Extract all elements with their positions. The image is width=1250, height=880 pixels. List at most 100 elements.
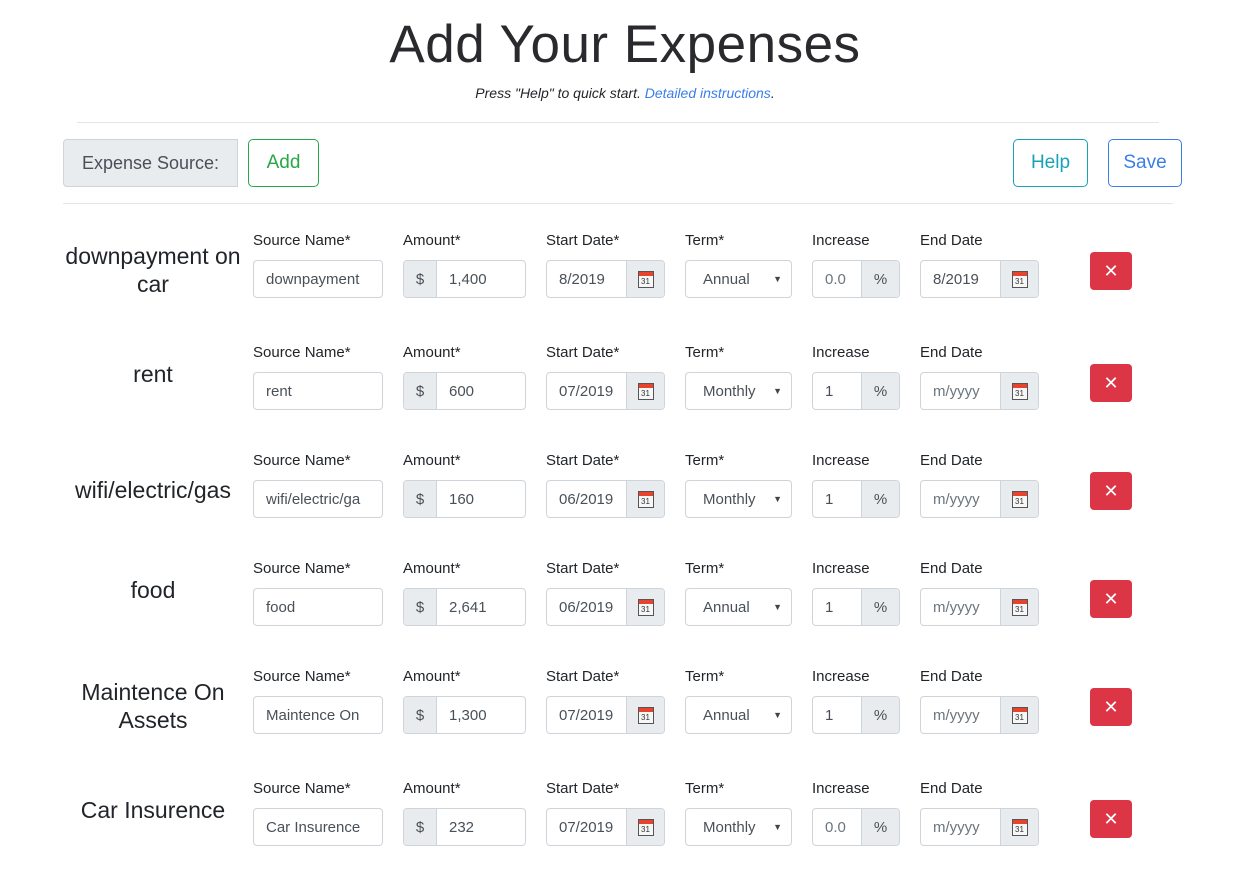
term-value: Annual [703,270,750,288]
increase-label: Increase [812,452,870,469]
calendar-button[interactable]: 31 [1000,481,1038,517]
expense-display-name: wifi/electric/gas [75,477,231,503]
end-date-label: End Date [920,780,983,797]
increase-input[interactable]: 0.0 % [812,808,900,846]
calendar-icon: 31 [637,598,654,616]
increase-value: 1 [825,490,834,508]
amount-input[interactable]: $ 1,300 [403,696,526,734]
expense-display-name: Car Insurence [80,797,226,823]
calendar-icon: 31 [1011,382,1028,400]
calendar-button[interactable]: 31 [1000,809,1038,845]
expense-display-name: food [130,577,176,603]
start-date-label: Start Date* [546,232,620,249]
amount-input[interactable]: $ 1,400 [403,260,526,298]
amount-input[interactable]: $ 600 [403,372,526,410]
help-button[interactable]: Help [1013,139,1088,187]
start-date-value: 07/2019 [559,706,614,724]
source-name-input[interactable]: food [253,588,383,626]
calendar-icon: 31 [1011,490,1028,508]
end-date-input[interactable]: m/yyyy 31 [920,696,1039,734]
calendar-button[interactable]: 31 [626,697,664,733]
term-select[interactable]: Annual ▼ [685,588,792,626]
save-button[interactable]: Save [1108,139,1182,187]
expense-display-name: downpayment on car [65,243,241,297]
increase-value: 1 [825,598,834,616]
term-label: Term* [685,668,725,685]
end-date-input[interactable]: m/yyyy 31 [920,372,1039,410]
start-date-input[interactable]: 07/2019 31 [546,696,665,734]
subtitle-text: Press "Help" to quick start. [475,85,645,101]
end-date-input[interactable]: m/yyyy 31 [920,808,1039,846]
term-select[interactable]: Annual ▼ [685,260,792,298]
calendar-button[interactable]: 31 [626,261,664,297]
term-label: Term* [685,452,725,469]
end-date-label: End Date [920,232,983,249]
delete-expense-button[interactable]: ✕ [1090,580,1132,618]
source-name-input[interactable]: rent [253,372,383,410]
start-date-input[interactable]: 07/2019 31 [546,372,665,410]
source-name-input[interactable]: Car Insurence [253,808,383,846]
increase-input[interactable]: 1 % [812,480,900,518]
term-select[interactable]: Monthly ▼ [685,372,792,410]
add-button[interactable]: Add [248,139,319,187]
term-label: Term* [685,560,725,577]
expense-row: Car Insurence Source Name* Car Insurence… [0,780,1250,880]
term-select[interactable]: Annual ▼ [685,696,792,734]
start-date-input[interactable]: 07/2019 31 [546,808,665,846]
source-name-input[interactable]: wifi/electric/ga [253,480,383,518]
calendar-button[interactable]: 31 [626,373,664,409]
percent-icon: % [861,809,899,845]
source-name-input[interactable]: Maintence On [253,696,383,734]
increase-input[interactable]: 0.0 % [812,260,900,298]
dropdown-arrow-icon: ▼ [773,274,782,284]
source-name-value: Maintence On [266,706,360,724]
close-icon: ✕ [1103,480,1119,502]
term-select[interactable]: Monthly ▼ [685,808,792,846]
delete-expense-button[interactable]: ✕ [1090,688,1132,726]
amount-input[interactable]: $ 2,641 [403,588,526,626]
delete-expense-button[interactable]: ✕ [1090,252,1132,290]
amount-input[interactable]: $ 232 [403,808,526,846]
calendar-icon: 31 [637,270,654,288]
amount-label: Amount* [403,560,461,577]
delete-expense-button[interactable]: ✕ [1090,472,1132,510]
increase-input[interactable]: 1 % [812,588,900,626]
calendar-icon: 31 [1011,706,1028,724]
increase-value: 0.0 [825,818,846,836]
end-date-input[interactable]: m/yyyy 31 [920,588,1039,626]
page-subtitle: Press "Help" to quick start. Detailed in… [0,85,1250,101]
delete-expense-button[interactable]: ✕ [1090,800,1132,838]
close-icon: ✕ [1103,260,1119,282]
end-date-input[interactable]: m/yyyy 31 [920,480,1039,518]
term-select[interactable]: Monthly ▼ [685,480,792,518]
start-date-input[interactable]: 06/2019 31 [546,588,665,626]
close-icon: ✕ [1103,372,1119,394]
calendar-button[interactable]: 31 [626,809,664,845]
increase-input[interactable]: 1 % [812,696,900,734]
percent-icon: % [861,481,899,517]
start-date-input[interactable]: 8/2019 31 [546,260,665,298]
close-icon: ✕ [1103,588,1119,610]
calendar-button[interactable]: 31 [1000,261,1038,297]
expense-display-name: rent [133,361,173,387]
end-date-label: End Date [920,668,983,685]
expense-source-label: Expense Source: [63,139,238,187]
calendar-button[interactable]: 31 [1000,589,1038,625]
detailed-instructions-link[interactable]: Detailed instructions [645,85,771,101]
dollar-icon: $ [404,697,437,733]
calendar-icon: 31 [1011,818,1028,836]
calendar-button[interactable]: 31 [626,481,664,517]
start-date-value: 07/2019 [559,818,614,836]
amount-value: 1,300 [449,706,487,724]
end-date-input[interactable]: 8/2019 31 [920,260,1039,298]
start-date-input[interactable]: 06/2019 31 [546,480,665,518]
increase-label: Increase [812,344,870,361]
amount-input[interactable]: $ 160 [403,480,526,518]
dollar-icon: $ [404,589,437,625]
calendar-button[interactable]: 31 [626,589,664,625]
increase-input[interactable]: 1 % [812,372,900,410]
source-name-input[interactable]: downpayment [253,260,383,298]
delete-expense-button[interactable]: ✕ [1090,364,1132,402]
calendar-button[interactable]: 31 [1000,373,1038,409]
calendar-button[interactable]: 31 [1000,697,1038,733]
